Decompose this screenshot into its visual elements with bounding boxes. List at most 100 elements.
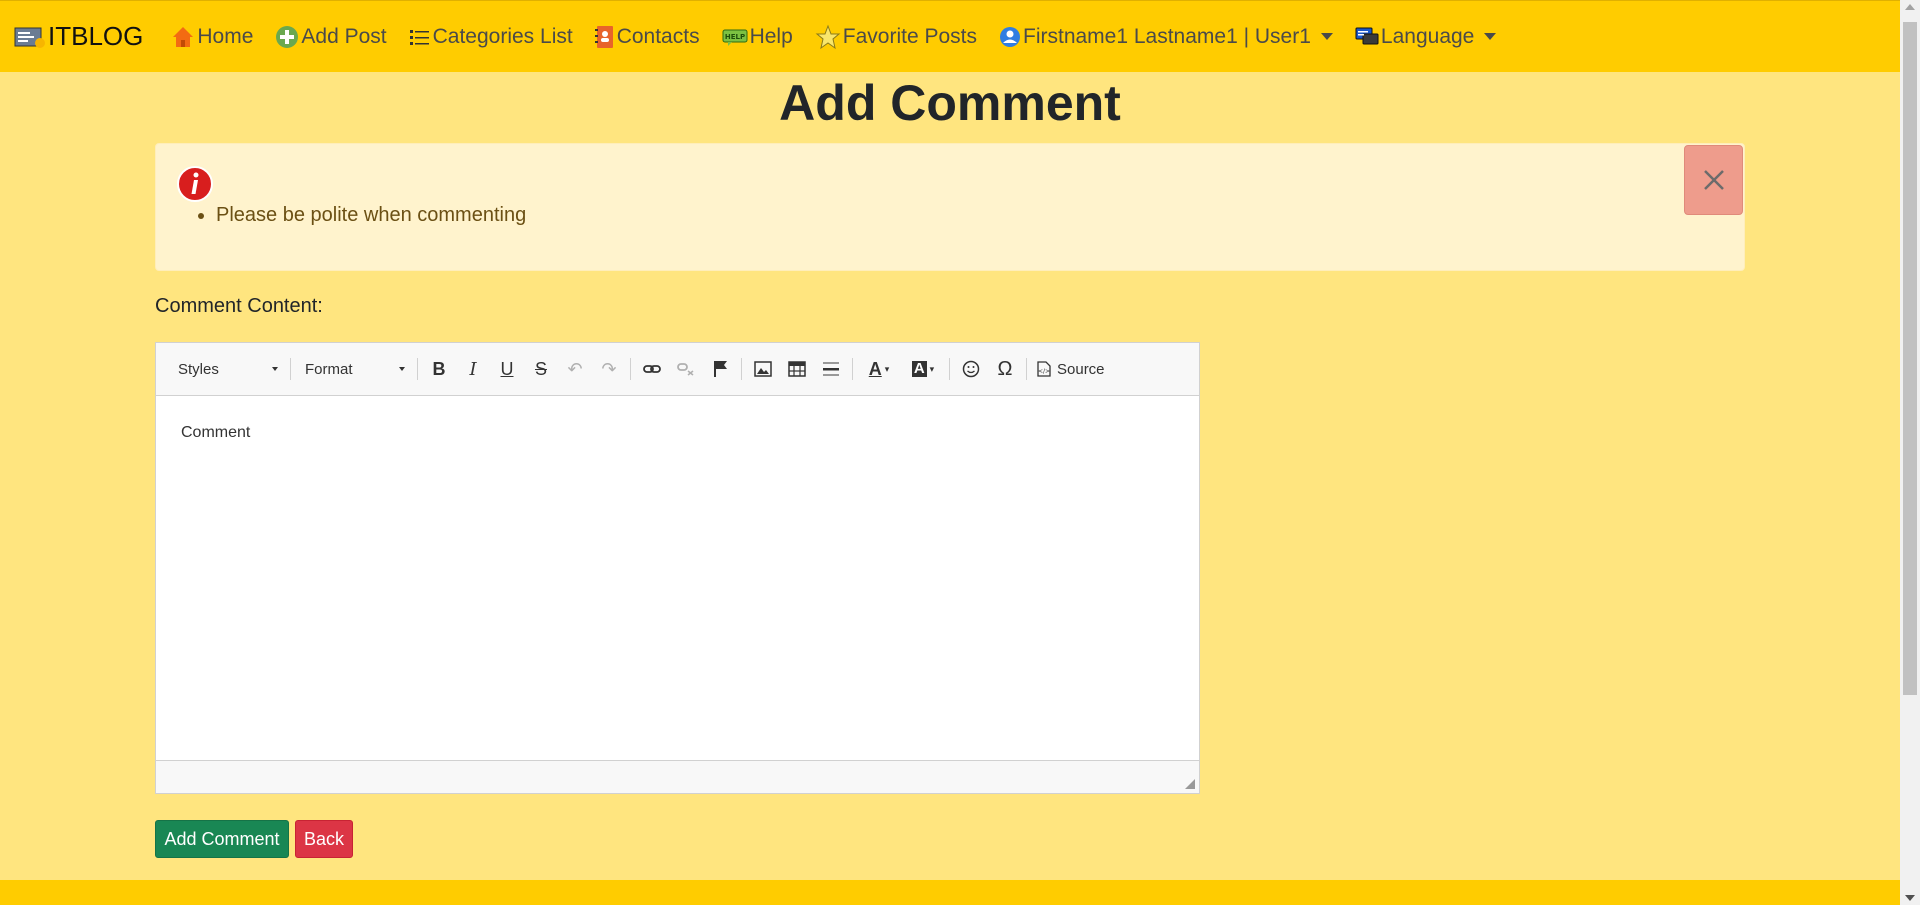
undo-icon: ↶ — [567, 358, 583, 379]
chevron-down-icon — [399, 367, 405, 371]
toolbar-separator — [852, 358, 853, 380]
add-comment-button[interactable]: Add Comment — [155, 820, 289, 858]
source-button[interactable]: </> Source — [1037, 361, 1105, 378]
chevron-down-icon — [1320, 33, 1333, 40]
rich-text-editor[interactable]: Styles Format B I U S ↶ ↷ A ▾ A ▾ Ω </> … — [155, 342, 1200, 794]
flag-icon — [714, 361, 727, 377]
horizontal-line-button[interactable] — [814, 354, 848, 384]
toolbar-separator — [949, 358, 950, 380]
nav-help-label: Help — [749, 24, 793, 48]
editor-statusbar — [156, 760, 1199, 793]
horizontal-line-icon — [823, 362, 839, 376]
italic-button[interactable]: I — [456, 354, 490, 384]
nav-categories-label: Categories List — [432, 24, 573, 48]
footer-bar — [0, 880, 1900, 905]
language-icon — [1355, 27, 1379, 44]
svg-text:</>: </> — [1038, 368, 1050, 375]
background-color-button[interactable]: A ▾ — [901, 354, 945, 384]
scrollbar-thumb[interactable] — [1903, 22, 1917, 695]
table-button[interactable] — [780, 354, 814, 384]
help-icon: HELP — [722, 29, 748, 46]
format-dropdown[interactable]: Format — [305, 354, 405, 384]
add-icon — [276, 25, 299, 48]
comment-content-label: Comment Content: — [155, 295, 323, 317]
styles-dropdown-label: Styles — [178, 360, 219, 378]
nav-categories[interactable]: Categories List — [409, 25, 573, 49]
nav-favorites-label: Favorite Posts — [842, 24, 977, 48]
info-alert: Please be polite when commenting — [155, 143, 1745, 271]
toolbar-separator — [417, 358, 418, 380]
link-button[interactable] — [635, 354, 669, 384]
strikethrough-button[interactable]: S — [524, 354, 558, 384]
redo-icon: ↷ — [601, 358, 617, 379]
close-alert-button[interactable] — [1684, 145, 1743, 215]
back-button[interactable]: Back — [295, 820, 353, 858]
brand[interactable]: ITBLOG — [14, 21, 143, 52]
home-icon — [173, 26, 194, 47]
language-label: Language — [1380, 24, 1475, 48]
info-icon — [177, 166, 213, 202]
image-button[interactable] — [746, 354, 780, 384]
scroll-up-arrow-icon[interactable] — [1905, 4, 1915, 10]
underline-icon: U — [500, 358, 514, 379]
editor-content[interactable]: Comment — [181, 424, 250, 442]
nav-contacts[interactable]: Contacts — [594, 25, 700, 49]
bold-button[interactable]: B — [422, 354, 456, 384]
chevron-down-icon — [272, 367, 278, 371]
nav-add-post[interactable]: Add Post — [275, 24, 387, 49]
source-label: Source — [1057, 360, 1105, 378]
toolbar-separator — [1026, 358, 1027, 380]
scroll-down-arrow-icon[interactable] — [1905, 895, 1915, 901]
table-icon — [788, 361, 806, 377]
link-icon — [643, 365, 661, 373]
svg-text:HELP: HELP — [724, 33, 744, 41]
undo-button[interactable]: ↶ — [558, 354, 592, 384]
toolbar-separator — [630, 358, 631, 380]
chevron-down-icon: ▾ — [929, 363, 935, 374]
background-color-icon: A — [911, 360, 927, 377]
alert-item: Please be polite when commenting — [216, 204, 526, 227]
toolbar-separator — [741, 358, 742, 380]
format-dropdown-label: Format — [305, 360, 353, 378]
page-scrollbar[interactable] — [1900, 0, 1920, 905]
image-icon — [754, 361, 772, 377]
blog-logo-icon — [14, 27, 45, 48]
source-icon: </> — [1037, 361, 1051, 377]
editor-toolbar: Styles Format B I U S ↶ ↷ A ▾ A ▾ Ω </> … — [156, 343, 1199, 396]
nav-help[interactable]: HELP Help — [722, 25, 793, 49]
bold-icon: B — [432, 358, 446, 379]
nav-favorites[interactable]: Favorite Posts — [815, 24, 977, 50]
brand-label: ITBLOG — [48, 21, 144, 51]
italic-icon: I — [469, 358, 477, 380]
user-icon — [1000, 26, 1020, 47]
smiley-icon — [962, 360, 980, 378]
smiley-button[interactable] — [954, 354, 988, 384]
resize-handle-icon[interactable] — [1185, 779, 1195, 789]
contacts-icon — [594, 25, 613, 48]
redo-button[interactable]: ↷ — [592, 354, 626, 384]
styles-dropdown[interactable]: Styles — [178, 354, 278, 384]
chevron-down-icon — [1484, 33, 1497, 40]
alert-list: Please be polite when commenting — [180, 204, 526, 227]
text-color-icon: A — [868, 358, 882, 379]
anchor-button[interactable] — [703, 354, 737, 384]
editor-content-area[interactable]: Comment — [156, 396, 1199, 761]
underline-button[interactable]: U — [490, 354, 524, 384]
toolbar-separator — [290, 358, 291, 380]
list-icon — [409, 29, 429, 45]
chevron-down-icon: ▾ — [884, 363, 890, 374]
language-dropdown[interactable]: Language — [1355, 24, 1497, 49]
unlink-icon — [677, 363, 694, 376]
nav-add-post-label: Add Post — [301, 24, 387, 48]
user-label: Firstname1 Lastname1 | User1 — [1023, 24, 1311, 48]
strikethrough-icon: S — [534, 358, 547, 379]
navbar: ITBLOG Home Add Post Categories List Con… — [0, 0, 1900, 72]
unlink-button[interactable] — [669, 354, 703, 384]
close-icon — [1703, 170, 1724, 190]
special-char-button[interactable]: Ω — [988, 354, 1022, 384]
user-dropdown[interactable]: Firstname1 Lastname1 | User1 — [999, 25, 1333, 49]
page-title: Add Comment — [779, 75, 1121, 131]
nav-home[interactable]: Home — [171, 25, 253, 49]
text-color-button[interactable]: A ▾ — [857, 354, 901, 384]
nav-home-label: Home — [197, 24, 254, 48]
